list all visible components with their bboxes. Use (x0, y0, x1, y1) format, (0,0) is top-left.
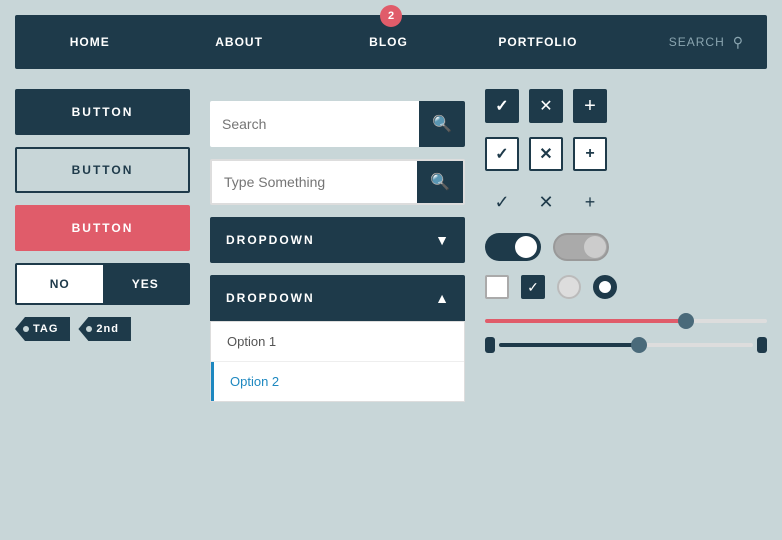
search-box-1: 🔍 (210, 101, 465, 147)
slider-endcap-left[interactable] (485, 337, 495, 353)
nav-item-home[interactable]: HOME (15, 17, 164, 67)
tags-row: TAG 2nd (15, 317, 190, 341)
slider-fill-red (485, 319, 682, 323)
slider-track-red[interactable] (485, 319, 767, 323)
primary-button[interactable]: BUTTON (15, 89, 190, 135)
navbar: 2 HOME ABOUT BLOG PORTFOLIO SEARCH ⚲ (15, 15, 767, 69)
checkbox-row-filled: ✓ ✕ + (485, 89, 767, 123)
search-button-1[interactable]: 🔍 (419, 101, 465, 147)
middle-column: 🔍 🔍 DROPDOWN ▼ DROPDOWN ▲ (210, 89, 465, 402)
search-box-2: 🔍 (210, 159, 465, 205)
nav-item-about[interactable]: ABOUT (164, 17, 313, 67)
checkbox-checked-outline-1[interactable]: ✓ (485, 137, 519, 171)
right-column: ✓ ✕ + ✓ ✕ + ✓ ✕ + (485, 89, 767, 402)
content-area: BUTTON BUTTON BUTTON NO YES TAG 2nd (15, 89, 767, 402)
x-plain[interactable]: ✕ (529, 185, 563, 219)
slider-row-dark (485, 337, 767, 353)
toggle-yes[interactable]: YES (103, 265, 189, 303)
tag-dot-1 (23, 326, 29, 332)
dropdown-2: DROPDOWN ▲ Option 1 Option 2 (210, 275, 465, 402)
tag-1[interactable]: TAG (15, 317, 70, 341)
toggle-switch-on[interactable] (485, 233, 541, 261)
dropdown-2-arrow: ▲ (435, 290, 449, 306)
sliders-section (485, 313, 767, 353)
radio-checked[interactable] (593, 275, 617, 299)
slider-row-red (485, 313, 767, 329)
left-column: BUTTON BUTTON BUTTON NO YES TAG 2nd (15, 89, 190, 402)
search-icon: ⚲ (733, 34, 744, 51)
search-input-1[interactable] (210, 116, 419, 132)
search-icon-2: 🔍 (430, 172, 450, 192)
slider-track-dark[interactable] (499, 343, 753, 347)
toggle-switch-off[interactable] (553, 233, 609, 261)
checkbox-plus-filled-1[interactable]: + (573, 89, 607, 123)
square-unchecked[interactable] (485, 275, 509, 299)
slider-thumb-red[interactable] (678, 313, 694, 329)
square-checked[interactable]: ✓ (521, 275, 545, 299)
checkbox-checked-filled-1[interactable]: ✓ (485, 89, 519, 123)
dropdown-option-1[interactable]: Option 1 (211, 322, 464, 362)
slider-fill-dark (499, 343, 639, 347)
checkbox-x-filled-1[interactable]: ✕ (529, 89, 563, 123)
search-button-2[interactable]: 🔍 (417, 159, 463, 205)
dropdown-1-arrow: ▼ (435, 232, 449, 248)
search-input-2[interactable] (212, 174, 417, 190)
plus-plain[interactable]: + (573, 185, 607, 219)
nav-item-portfolio[interactable]: PORTFOLIO (463, 17, 612, 67)
tag-dot-2 (86, 326, 92, 332)
checkbox-row-outline: ✓ ✕ + (485, 137, 767, 171)
toggle-group: NO YES (15, 263, 190, 305)
tag-label-1: TAG (33, 323, 58, 335)
slider-endcap-right[interactable] (757, 337, 767, 353)
check-plain[interactable]: ✓ (485, 185, 519, 219)
checkbox-x-outline-1[interactable]: ✕ (529, 137, 563, 171)
dropdown-1[interactable]: DROPDOWN ▼ (210, 217, 465, 263)
dropdown-option-2[interactable]: Option 2 (211, 362, 464, 401)
main-wrapper: 2 HOME ABOUT BLOG PORTFOLIO SEARCH ⚲ BUT… (0, 0, 782, 540)
dropdown-2-header[interactable]: DROPDOWN ▲ (210, 275, 465, 321)
danger-button[interactable]: BUTTON (15, 205, 190, 251)
tag-2[interactable]: 2nd (78, 317, 131, 341)
dropdown-2-label: DROPDOWN (226, 291, 435, 305)
nav-badge: 2 (380, 5, 402, 27)
slider-thumb-dark[interactable] (631, 337, 647, 353)
search-icon-1: 🔍 (432, 114, 452, 134)
toggle-no[interactable]: NO (17, 265, 103, 303)
controls-row: ✓ (485, 275, 767, 299)
nav-search-label: SEARCH (669, 35, 725, 49)
dropdown-2-options: Option 1 Option 2 (210, 321, 465, 402)
tag-label-2: 2nd (96, 323, 119, 335)
checkbox-plus-outline-1[interactable]: + (573, 137, 607, 171)
checkbox-row-plain: ✓ ✕ + (485, 185, 767, 219)
dropdown-1-label: DROPDOWN (226, 233, 435, 247)
nav-search[interactable]: SEARCH ⚲ (613, 34, 767, 51)
radio-unchecked[interactable] (557, 275, 581, 299)
outline-button[interactable]: BUTTON (15, 147, 190, 193)
toggle-switches-row (485, 233, 767, 261)
